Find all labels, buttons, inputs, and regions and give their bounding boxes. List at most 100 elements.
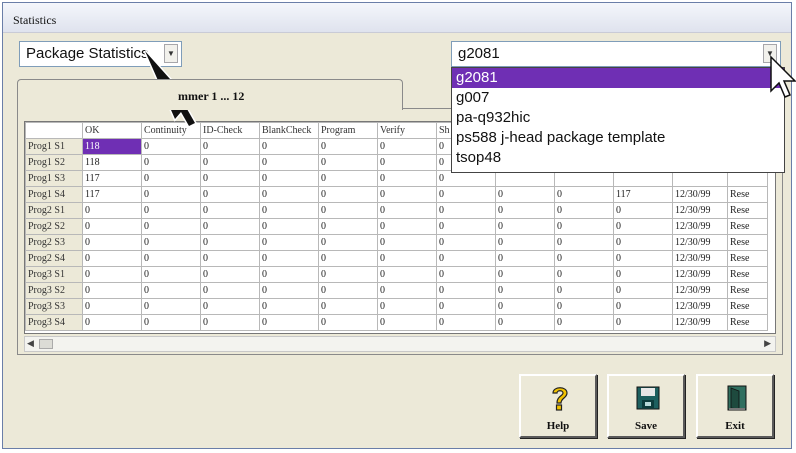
table-cell[interactable]: Rese [727, 282, 768, 299]
table-cell[interactable]: 0 [200, 202, 260, 219]
table-cell[interactable]: 12/30/99 [672, 234, 728, 251]
column-header[interactable]: Program [318, 122, 378, 139]
table-cell[interactable]: 0 [436, 250, 496, 267]
row-header[interactable]: Prog3 S2 [25, 282, 83, 299]
table-cell[interactable]: 0 [82, 266, 142, 283]
chevron-down-icon[interactable]: ▼ [763, 44, 777, 63]
table-cell[interactable]: 0 [200, 170, 260, 187]
table-cell[interactable]: 118 [82, 154, 142, 171]
table-cell[interactable]: 0 [613, 218, 673, 235]
table-row[interactable]: Prog2 S1 0 0 0 0 0 0 0 0 0 0 12/30/99 Rese [25, 202, 768, 219]
table-cell[interactable]: 0 [554, 218, 614, 235]
table-cell[interactable]: 0 [141, 186, 201, 203]
table-cell[interactable]: 0 [82, 234, 142, 251]
table-cell[interactable]: 0 [495, 298, 555, 315]
row-header[interactable]: Prog2 S2 [25, 218, 83, 235]
table-cell[interactable]: 0 [318, 154, 378, 171]
table-cell[interactable]: 117 [613, 186, 673, 203]
table-cell[interactable]: 0 [495, 234, 555, 251]
table-cell[interactable]: Rese [727, 298, 768, 315]
table-cell[interactable]: 0 [259, 282, 319, 299]
table-cell[interactable]: 0 [200, 250, 260, 267]
table-row[interactable]: Prog1 S4 117 0 0 0 0 0 0 0 0 117 12/30/99 Rese [25, 186, 768, 203]
table-cell[interactable]: 0 [82, 202, 142, 219]
table-cell[interactable]: 0 [141, 202, 201, 219]
table-cell[interactable]: 0 [495, 314, 555, 331]
table-cell[interactable]: 0 [141, 298, 201, 315]
scroll-left-icon[interactable]: ◀ [27, 338, 34, 349]
table-cell[interactable]: 0 [259, 186, 319, 203]
table-cell[interactable]: 0 [436, 202, 496, 219]
table-cell[interactable]: 117 [82, 170, 142, 187]
package-option[interactable]: g2081 [452, 68, 784, 88]
table-row[interactable]: Prog2 S3 0 0 0 0 0 0 0 0 0 0 12/30/99 Rese [25, 234, 768, 251]
table-cell[interactable]: Rese [727, 186, 768, 203]
table-cell[interactable]: 0 [613, 282, 673, 299]
table-cell[interactable]: 0 [554, 186, 614, 203]
table-row[interactable]: Prog3 S1 0 0 0 0 0 0 0 0 0 0 12/30/99 Rese [25, 266, 768, 283]
row-header[interactable]: Prog3 S4 [25, 314, 83, 331]
table-cell[interactable]: 12/30/99 [672, 218, 728, 235]
row-header[interactable]: Prog2 S4 [25, 250, 83, 267]
table-cell[interactable]: 0 [495, 282, 555, 299]
table-cell[interactable]: 0 [377, 314, 437, 331]
column-header[interactable]: OK [82, 122, 142, 139]
table-row[interactable]: Prog2 S4 0 0 0 0 0 0 0 0 0 0 12/30/99 Rese [25, 250, 768, 267]
view-selector-dropdown[interactable]: Package Statistics ▼ [19, 41, 182, 67]
table-cell[interactable]: 0 [82, 250, 142, 267]
table-cell[interactable]: 0 [259, 234, 319, 251]
table-cell[interactable]: 0 [141, 314, 201, 331]
table-cell[interactable]: 0 [200, 298, 260, 315]
table-cell[interactable]: 0 [318, 282, 378, 299]
table-cell[interactable]: 0 [141, 170, 201, 187]
table-cell[interactable]: 0 [377, 282, 437, 299]
table-cell[interactable]: Rese [727, 314, 768, 331]
row-header[interactable]: Prog3 S1 [25, 266, 83, 283]
table-cell[interactable]: 0 [495, 186, 555, 203]
table-cell[interactable]: 0 [377, 202, 437, 219]
table-cell[interactable]: 0 [259, 218, 319, 235]
table-cell[interactable]: 12/30/99 [672, 186, 728, 203]
table-cell[interactable]: 0 [259, 202, 319, 219]
table-cell[interactable]: 0 [318, 314, 378, 331]
table-cell[interactable]: Rese [727, 250, 768, 267]
table-cell[interactable]: 0 [82, 282, 142, 299]
package-option[interactable]: ps588 j-head package template [452, 128, 784, 148]
column-header[interactable]: ID-Check [200, 122, 260, 139]
table-cell[interactable]: 0 [436, 298, 496, 315]
table-cell[interactable]: 12/30/99 [672, 298, 728, 315]
table-cell[interactable]: 0 [554, 202, 614, 219]
table-cell[interactable]: 0 [141, 218, 201, 235]
package-option[interactable]: pa-q932hic [452, 108, 784, 128]
table-cell[interactable]: 0 [554, 234, 614, 251]
table-cell[interactable]: 0 [554, 266, 614, 283]
scroll-right-icon[interactable]: ▶ [764, 338, 771, 349]
table-cell[interactable]: 0 [200, 186, 260, 203]
table-cell[interactable]: 0 [495, 218, 555, 235]
column-header[interactable] [25, 122, 83, 139]
table-cell[interactable]: Rese [727, 234, 768, 251]
table-cell[interactable]: 12/30/99 [672, 266, 728, 283]
table-cell[interactable]: 0 [436, 186, 496, 203]
table-cell[interactable]: 12/30/99 [672, 282, 728, 299]
table-cell[interactable]: 0 [318, 170, 378, 187]
table-cell[interactable]: 117 [82, 186, 142, 203]
table-cell[interactable]: 0 [377, 266, 437, 283]
row-header[interactable]: Prog1 S2 [25, 154, 83, 171]
table-cell[interactable]: 0 [318, 298, 378, 315]
table-cell[interactable]: 0 [141, 250, 201, 267]
table-row[interactable]: Prog2 S2 0 0 0 0 0 0 0 0 0 0 12/30/99 Rese [25, 218, 768, 235]
table-cell[interactable]: 0 [554, 298, 614, 315]
table-cell[interactable]: 0 [259, 138, 319, 155]
help-button[interactable]: Help [519, 374, 597, 438]
horizontal-scrollbar[interactable]: ◀ ▶ [24, 336, 776, 352]
package-selector-dropdown[interactable]: g2081 ▼ [451, 41, 781, 67]
table-cell[interactable]: 0 [613, 202, 673, 219]
column-header[interactable]: Verify [377, 122, 437, 139]
table-cell[interactable]: 0 [318, 186, 378, 203]
table-cell[interactable]: 0 [377, 250, 437, 267]
column-header[interactable]: Continuity [141, 122, 201, 139]
table-cell[interactable]: 0 [377, 218, 437, 235]
table-cell[interactable]: 0 [259, 266, 319, 283]
table-cell[interactable]: 12/30/99 [672, 202, 728, 219]
